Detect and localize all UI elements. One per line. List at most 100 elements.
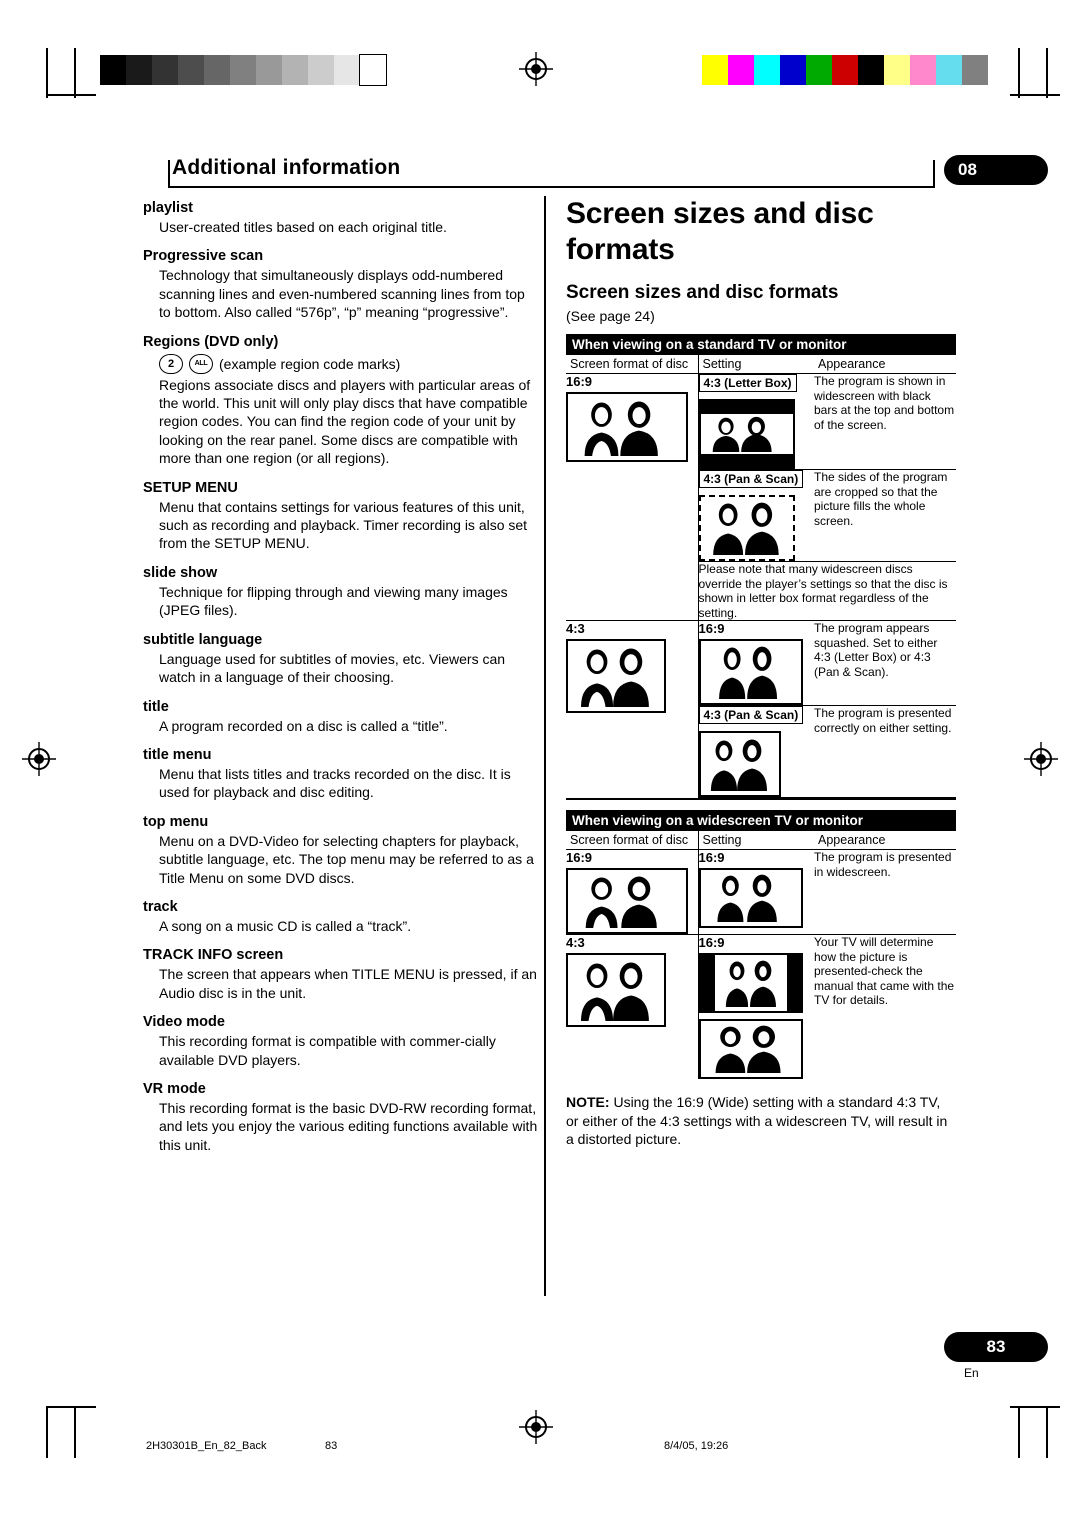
crop-mark-tl-v [46,48,48,98]
tv-illustration-squashed [698,639,803,705]
crop-mark-tr-v [1018,48,1020,98]
table2-header-row: Screen format of disc Setting Appearance [566,831,956,850]
page-language-label: En [964,1366,979,1380]
section-subheading: Screen sizes and disc formats [566,282,839,303]
grey-swatch-10 [359,54,387,86]
section-heading: Screen sizes and disc formats [566,197,874,266]
glossary-term: top menu [143,813,209,830]
disc-format-label: 4:3 [566,621,585,636]
setting-label-letterbox: 4:3 (Letter Box) [698,374,797,392]
table1-appearance-cell-letterbox: The program is shown in widescreen with … [814,373,956,470]
grey-swatch-5 [230,55,256,85]
document-page: Additional information 08 83 En playlist… [0,0,1080,1528]
crop-mark-br-v2 [1046,1408,1048,1458]
tv-illustration-43-panscan [698,731,781,797]
appearance-text: The sides of the program are cropped so … [814,470,948,528]
grey-swatch-0 [100,55,126,85]
glossary-term: track [143,898,178,915]
setting-label-panscan: 4:3 (Pan & Scan) [698,470,804,488]
note-text: Using the 16:9 (Wide) setting with a sta… [566,1094,948,1147]
table1-col-disc: Screen format of disc [566,355,698,374]
table2-setting-cell-169: 16:9 [697,849,814,935]
glossary-definition: Technology that simultaneously displays … [159,267,525,321]
glossary-definition: Menu on a DVD-Video for selecting chapte… [159,832,534,886]
people-illustration [581,648,649,707]
crop-mark-bl-v [46,1408,48,1458]
tv-illustration-4-3-source [566,639,666,713]
table1-banner: When viewing on a standard TV or monitor [566,334,956,355]
table1-setting-cell-panscan: 4:3 (Pan & Scan) [697,469,814,562]
footer-filename: 2H30301B_En_82_Back [146,1440,267,1452]
tv-illustration-stretched [698,953,803,1013]
table2-appearance-cell-169: The program is presented in widescreen. [814,849,956,935]
setting-label-169-2: 16:9 [698,935,725,950]
setting-label-43-panscan: 4:3 (Pan & Scan) [698,706,804,724]
table2-row-169: 16:9 16:9 The program is presented in wi… [566,849,956,935]
note-block: NOTE: Using the 16:9 (Wide) setting with… [566,1093,956,1149]
glossary-term: VR mode [143,1080,206,1097]
appearance-text: The program is presented in widescreen. [814,850,952,879]
tv-illustration-fullwidth [698,1019,803,1079]
region-mark-2-icon: 2 [159,353,183,374]
crop-mark-tr-v2 [1046,48,1048,98]
registration-mark-bottom [519,1410,553,1444]
glossary-term: title [143,698,169,715]
people-illustration [712,416,772,452]
glossary-term: title menu [143,746,212,763]
crop-mark-tl-h [46,94,96,96]
people-illustration [710,739,767,791]
grey-swatch-8 [308,55,334,85]
people-illustration [715,1025,781,1073]
crop-mark-br-v [1018,1408,1020,1458]
tv-illustration-panscan [698,495,795,561]
glossary-definition: This recording format is compatible with… [159,1033,496,1068]
registration-mark-top [519,52,553,86]
grey-swatch-4 [204,55,230,85]
people-illustration [569,394,681,456]
crop-mark-tl-v2 [74,48,76,98]
color-swatch-5 [832,55,858,85]
page-title: Additional information [172,156,401,179]
grey-swatch-3 [178,55,204,85]
grey-swatch-6 [256,55,282,85]
glossary-term: Progressive scan [143,248,264,265]
table2-appearance-cell-43: Your TV will determine how the picture i… [814,935,956,1080]
glossary-term: subtitle language [143,631,263,648]
appearance-text: The program appears squashed. Set to eit… [814,621,938,679]
glossary-term: Video mode [143,1014,225,1031]
table1-header-row: Screen format of disc Setting Appearance [566,355,956,374]
header-rule [168,186,935,188]
setting-label-169: 16:9 [698,850,725,865]
region-mark-all-icon: ALL [189,353,213,374]
table2-row-43: 4:3 16:9 Your TV will determine how the … [566,934,956,1080]
table1-note-cell: Please note that many widescreen discs o… [697,561,956,621]
glossary-term: slide show [143,564,218,581]
color-swatch-2 [754,55,780,85]
color-calibration-bar [702,55,988,85]
glossary-definition: The screen that appears when TITLE MENU … [159,966,537,1001]
table1-col-appearance: Appearance [814,355,956,374]
glossary-definition: Regions associate discs and players with… [159,376,531,467]
tv-illustration-widescreen [698,868,803,928]
table2-col-appearance: Appearance [814,831,956,850]
footer-date: 8/4/05, 19:26 [664,1440,729,1452]
tv-illustration-16-9-source [566,392,688,462]
table1-bottom-rule [566,798,956,800]
table2-col-disc: Screen format of disc [566,831,698,850]
table2-setting-cell-43: 16:9 [697,934,814,1079]
table2-banner: When viewing on a widescreen TV or monit… [566,810,956,831]
glossary-definition: User-created titles based on each origin… [159,219,447,235]
color-swatch-0 [702,55,728,85]
pillarbox-bar-left [700,955,715,1011]
letterbox-bar-bottom [700,454,793,467]
table1-disc-cell-169: 16:9 [566,373,698,621]
tv-illustration-4-3-source-2 [566,953,666,1027]
tv-illustration-letterbox [698,399,795,469]
glossary-term: TRACK INFO screen [143,947,284,964]
grey-swatch-7 [282,55,308,85]
registration-mark-left [22,742,56,776]
crop-mark-tr-h [1010,94,1060,96]
glossary-definition: Technique for flipping through and viewi… [159,583,508,619]
table1-setting-cell-letterbox: 4:3 (Letter Box) [697,373,814,470]
tv-illustration-16-9-source-2 [566,868,688,934]
